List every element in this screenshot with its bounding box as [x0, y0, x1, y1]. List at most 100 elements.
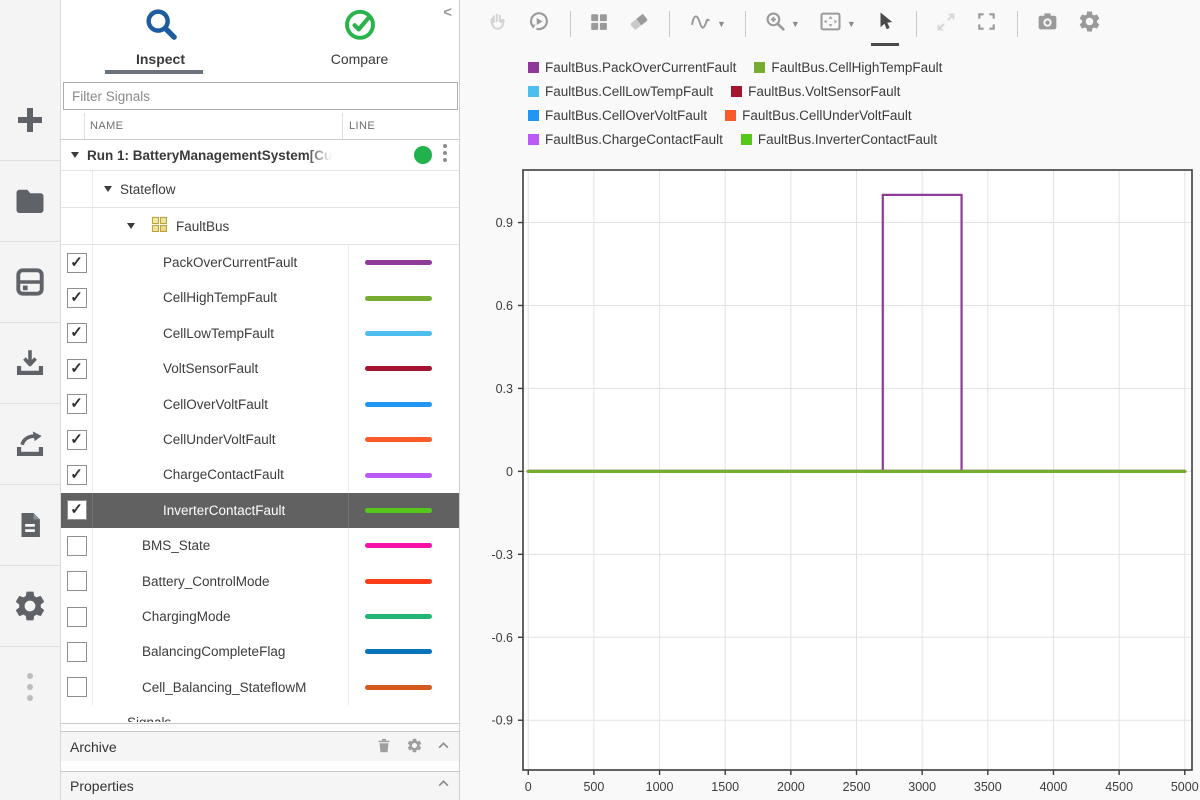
legend-swatch — [528, 86, 539, 97]
signal-line-style[interactable] — [348, 351, 459, 386]
fit-to-view-button[interactable]: ▼ — [817, 8, 856, 40]
properties-header[interactable]: Properties — [61, 771, 459, 800]
signal-row-Cell_Balancing_StateflowM[interactable]: Cell_Balancing_StateflowM — [61, 670, 459, 705]
signal-checkbox[interactable]: ✓ — [61, 351, 93, 386]
signal-checkbox[interactable]: ✓ — [61, 493, 93, 528]
signal-line-style[interactable] — [348, 670, 459, 705]
signal-checkbox[interactable]: ✓ — [61, 245, 93, 280]
signal-checkbox[interactable]: ✓ — [61, 457, 93, 492]
replay-button[interactable] — [526, 9, 551, 39]
legend-label: FaultBus.InverterContactFault — [758, 132, 937, 147]
add-button[interactable] — [0, 80, 60, 161]
snapshot-button[interactable] — [1035, 9, 1060, 39]
signal-line-style[interactable] — [348, 457, 459, 492]
signal-plot[interactable]: 0500100015002000250030003500400045005000… — [460, 165, 1200, 800]
dropdown-caret-icon: ▼ — [717, 19, 726, 29]
signal-checkbox[interactable] — [61, 599, 93, 634]
signal-checkbox[interactable] — [61, 634, 93, 669]
expand-button[interactable] — [934, 10, 958, 39]
panel-splitter[interactable] — [61, 723, 459, 731]
signal-row-ChargingMode[interactable]: ChargingMode — [61, 599, 459, 634]
archive-collapse-icon[interactable] — [436, 738, 451, 756]
toolbar-separator — [570, 11, 571, 37]
signal-row-BalancingCompleteFlag[interactable]: BalancingCompleteFlag — [61, 634, 459, 669]
partial-signal-group-row[interactable]: Signals — [61, 705, 459, 722]
svg-text:-0.9: -0.9 — [491, 714, 513, 728]
signal-row-BMS_State[interactable]: BMS_State — [61, 528, 459, 563]
open-button[interactable] — [0, 161, 60, 242]
signal-checkbox[interactable]: ✓ — [61, 422, 93, 457]
import-button[interactable] — [0, 323, 60, 404]
signal-row-ChargeContactFault[interactable]: ✓ChargeContactFault — [61, 457, 459, 492]
report-button[interactable] — [0, 485, 60, 566]
signal-row-CellHighTempFault[interactable]: ✓CellHighTempFault — [61, 280, 459, 315]
save-button[interactable] — [0, 242, 60, 323]
group-row-faultbus[interactable]: FaultBus — [61, 208, 459, 245]
signal-row-VoltSensorFault[interactable]: ✓VoltSensorFault — [61, 351, 459, 386]
plot-settings-button[interactable] — [1077, 9, 1102, 39]
signal-checkbox[interactable] — [61, 528, 93, 563]
fullscreen-button[interactable] — [975, 10, 998, 38]
signal-line-style[interactable] — [348, 280, 459, 315]
signal-line-style[interactable] — [348, 422, 459, 457]
signal-line-style[interactable] — [348, 493, 459, 528]
signal-line-style[interactable] — [348, 564, 459, 599]
pointer-button[interactable] — [873, 10, 897, 39]
signal-row-CellLowTempFault[interactable]: ✓CellLowTempFault — [61, 316, 459, 351]
signal-row-CellUnderVoltFault[interactable]: ✓CellUnderVoltFault — [61, 422, 459, 457]
subplot-layout-button[interactable] — [588, 11, 610, 38]
archive-header[interactable]: Archive — [61, 731, 459, 761]
signal-rows: ✓PackOverCurrentFault✓CellHighTempFault✓… — [61, 245, 459, 705]
subplot-layout-icon — [588, 11, 610, 38]
run-menu-button[interactable] — [438, 144, 452, 162]
group-row-stateflow[interactable]: Stateflow — [61, 171, 459, 208]
signal-trace-button[interactable]: ▼ — [687, 8, 726, 40]
tab-compare[interactable]: Compare — [260, 0, 459, 74]
signal-row-Battery_ControlMode[interactable]: Battery_ControlMode — [61, 564, 459, 599]
signal-row-CellOverVoltFault[interactable]: ✓CellOverVoltFault — [61, 387, 459, 422]
partial-group-label: Signals — [127, 705, 171, 722]
properties-collapse-icon[interactable] — [436, 776, 451, 794]
svg-text:4500: 4500 — [1105, 780, 1133, 794]
signal-line-style[interactable] — [348, 528, 459, 563]
signal-line-style[interactable] — [348, 634, 459, 669]
pan-button[interactable] — [486, 10, 509, 38]
run-row[interactable]: Run 1: BatteryManagementSystem[Cu — [61, 140, 459, 171]
fit-to-view-icon — [817, 8, 844, 40]
archive-gear-icon[interactable] — [406, 737, 423, 757]
legend-label: FaultBus.PackOverCurrentFault — [545, 60, 736, 75]
signal-row-InverterContactFault[interactable]: ✓InverterContactFault — [61, 493, 459, 528]
filter-signals-input[interactable] — [63, 82, 458, 110]
export-icon — [12, 426, 48, 462]
chart-legend: FaultBus.PackOverCurrentFault FaultBus.Ce… — [528, 60, 942, 147]
tab-inspect[interactable]: Inspect — [61, 0, 260, 74]
signal-checkbox[interactable]: ✓ — [61, 280, 93, 315]
open-folder-icon — [12, 183, 48, 219]
preferences-button[interactable] — [0, 566, 60, 647]
simulation-data-inspector-window: Inspect Compare < NAME LINE Run 1: Batte… — [0, 0, 1200, 800]
faultbus-expander-icon[interactable] — [127, 223, 135, 229]
stateflow-expander-icon[interactable] — [104, 186, 112, 192]
clear-plots-button[interactable] — [627, 10, 650, 38]
signal-checkbox[interactable] — [61, 670, 93, 705]
panel-tabbar: Inspect Compare < — [61, 0, 459, 74]
filter-row — [61, 74, 459, 113]
run-expander-icon[interactable] — [71, 152, 79, 158]
signal-checkbox[interactable]: ✓ — [61, 316, 93, 351]
signal-line-style[interactable] — [348, 387, 459, 422]
signal-line-style[interactable] — [348, 316, 459, 351]
signal-checkbox[interactable] — [61, 564, 93, 599]
svg-text:0: 0 — [506, 465, 513, 479]
more-options-button[interactable] — [0, 647, 60, 727]
signal-row-PackOverCurrentFault[interactable]: ✓PackOverCurrentFault — [61, 245, 459, 280]
zoom-in-button[interactable]: ▼ — [763, 9, 800, 39]
trash-icon[interactable] — [375, 736, 393, 758]
signal-checkbox[interactable]: ✓ — [61, 387, 93, 422]
signal-line-style[interactable] — [348, 599, 459, 634]
signal-line-style[interactable] — [348, 245, 459, 280]
export-button[interactable] — [0, 404, 60, 485]
snapshot-camera-icon — [1035, 9, 1060, 39]
collapse-panel-chevron[interactable]: < — [443, 5, 452, 20]
legend-item: FaultBus.CellLowTempFault — [528, 84, 713, 99]
legend-swatch — [731, 86, 742, 97]
